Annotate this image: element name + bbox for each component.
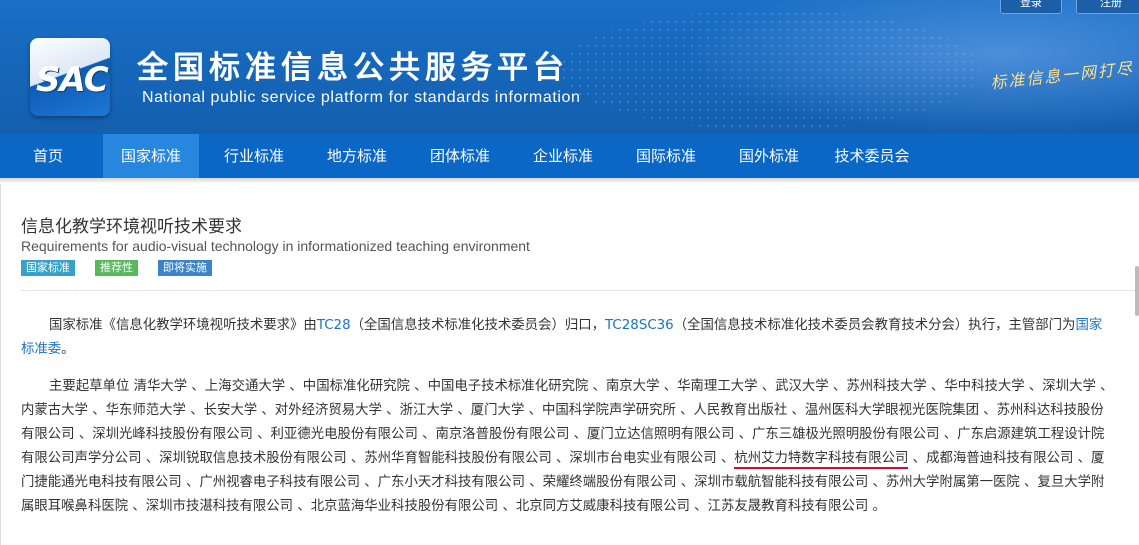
standard-title: 信息化教学环境视听技术要求 [21, 217, 242, 237]
nav-item-national-standards[interactable]: 国家标准 [103, 134, 199, 178]
tag-national-standard: 国家标准 [21, 260, 75, 276]
tag-upcoming: 即将实施 [158, 260, 212, 276]
nav-item-industry-standards[interactable]: 行业标准 [206, 134, 302, 178]
site-banner: SAC 全国标准信息公共服务平台 National public service… [0, 0, 1139, 134]
tc28-link[interactable]: TC28 [317, 318, 351, 333]
governance-text-2: （全国信息技术标准化技术委员会）归口， [350, 318, 606, 333]
nav-item-home[interactable]: 首页 [0, 134, 96, 178]
main-nav: 首页 国家标准 行业标准 地方标准 团体标准 企业标准 国际标准 国外标准 技术… [0, 134, 1139, 178]
governance-text-4: 。 [61, 342, 75, 357]
nav-item-group-standards[interactable]: 团体标准 [412, 134, 508, 178]
standard-title-en: Requirements for audio-visual technology… [21, 238, 530, 254]
highlighted-company: 杭州艾力特数字科技有限公司 [734, 451, 909, 469]
sac-logo-text: SAC [36, 60, 109, 100]
scrollbar-thumb[interactable] [1135, 266, 1139, 316]
world-map-decoration [560, 10, 980, 130]
nav-item-local-standards[interactable]: 地方标准 [309, 134, 405, 178]
governance-text-1: 国家标准《信息化教学环境视听技术要求》由 [49, 318, 317, 333]
nav-item-international-standards[interactable]: 国际标准 [618, 134, 714, 178]
nav-item-enterprise-standards[interactable]: 企业标准 [515, 134, 611, 178]
nav-item-foreign-standards[interactable]: 国外标准 [721, 134, 817, 178]
tc28sc36-link[interactable]: TC28SC36 [605, 318, 674, 333]
divider [21, 290, 1139, 291]
login-button[interactable]: 登录 [1000, 0, 1062, 14]
nav-item-technical-committees[interactable]: 技术委员会 [824, 134, 920, 178]
register-button[interactable]: 注册 [1076, 0, 1139, 14]
governance-text-3: （全国信息技术标准化技术委员会教育技术分会）执行，主管部门为 [673, 318, 1076, 333]
governance-paragraph: 国家标准《信息化教学环境视听技术要求》由TC28（全国信息技术标准化技术委员会）… [21, 314, 1114, 362]
site-subtitle: National public service platform for sta… [142, 89, 581, 106]
tag-recommended: 推荐性 [95, 260, 138, 276]
standard-detail: 信息化教学环境视听技术要求 Requirements for audio-vis… [0, 184, 1139, 545]
site-title: 全国标准信息公共服务平台 [137, 50, 569, 86]
drafting-units-paragraph: 主要起草单位 清华大学 、上海交通大学 、中国标准化研究院 、中国电子技术标准化… [21, 375, 1114, 519]
